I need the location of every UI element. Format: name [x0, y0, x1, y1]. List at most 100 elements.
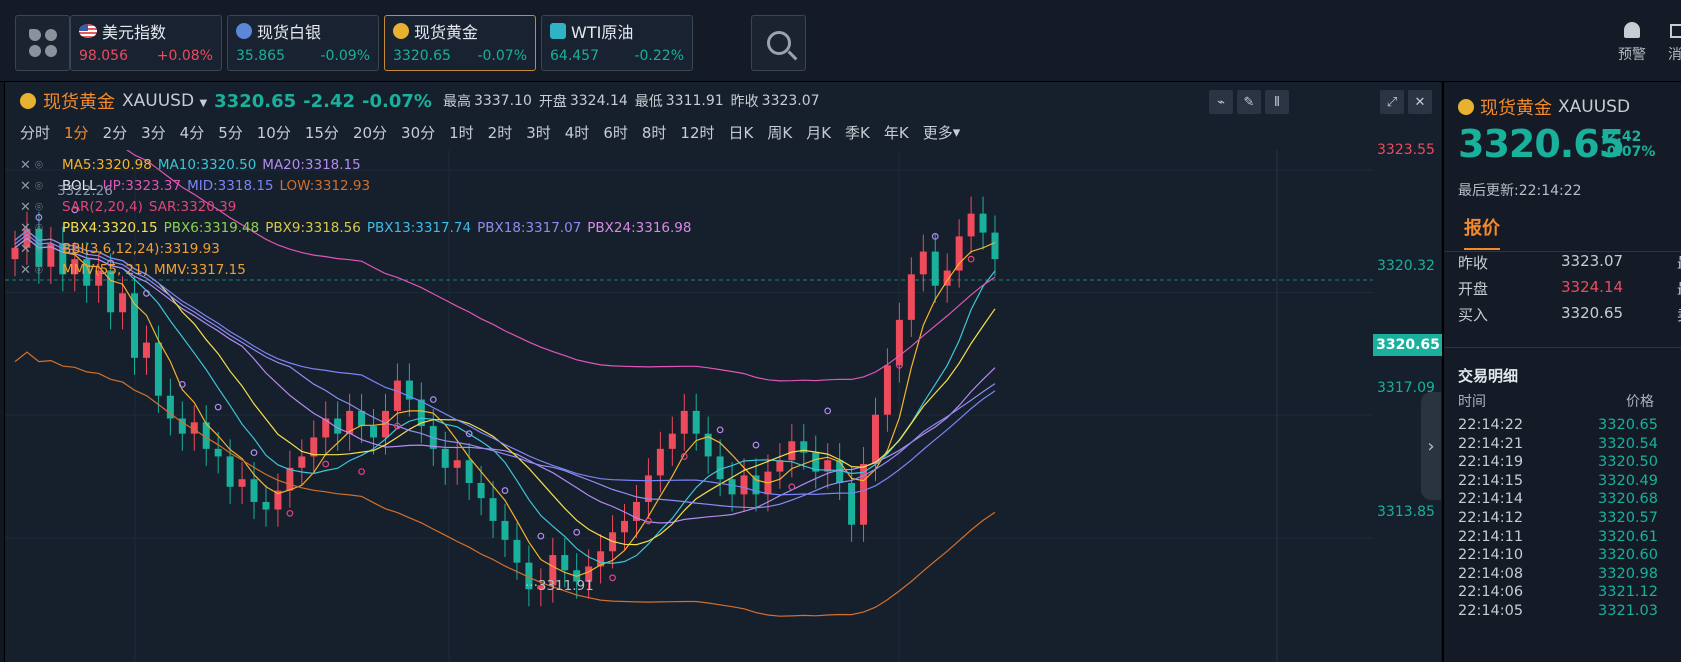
candle-body: [238, 479, 246, 487]
period-tab[interactable]: 1时: [449, 122, 474, 143]
period-tab[interactable]: 12时: [680, 122, 714, 143]
period-tab[interactable]: 更多: [923, 122, 953, 143]
sar-dot: [716, 426, 724, 434]
draw-button[interactable]: ✎: [1237, 90, 1261, 114]
ticker-gold[interactable]: 现货黄金 3320.65 -0.07%: [384, 15, 536, 71]
legend-controls[interactable]: ✕ ⌾: [20, 197, 56, 218]
legend-value: PBX6:3319.48: [163, 220, 260, 236]
period-tab[interactable]: 1分: [64, 122, 89, 143]
period-tab[interactable]: 2分: [103, 122, 128, 143]
low-value: 3311.91: [665, 93, 724, 109]
period-tab[interactable]: 月K: [806, 122, 831, 143]
legend-value: PBX13:3317.74: [366, 220, 472, 236]
min-price-label: ···3311.91: [525, 578, 594, 594]
trade-price: 3320.57: [1598, 509, 1658, 526]
legend-controls[interactable]: ✕ ⌾: [20, 155, 56, 176]
candle-body: [358, 410, 366, 427]
ticker-price: 98.056: [79, 48, 128, 64]
candle-body: [286, 467, 294, 491]
period-tab[interactable]: 年K: [884, 122, 909, 143]
gold-coin-icon: [393, 23, 409, 39]
quote-change: -2.42 -0.07%: [1601, 129, 1656, 160]
trades-time-label: 时间: [1458, 394, 1486, 410]
trade-time: 22:14:10: [1458, 547, 1524, 564]
last-updated: 最后更新:22:14:22: [1458, 183, 1582, 199]
period-tab[interactable]: 4分: [180, 122, 205, 143]
legend-controls[interactable]: ✕ ⌾: [20, 176, 56, 197]
candle-body: [680, 410, 688, 434]
trade-row: 22:14:10 3320.60: [1458, 547, 1658, 566]
period-tab[interactable]: 分时: [20, 122, 50, 143]
sar-dot: [250, 449, 258, 457]
period-tab[interactable]: 3分: [141, 122, 166, 143]
symbol-code: XAUUSD: [1558, 97, 1631, 117]
ticker-silver[interactable]: 现货白银 35.865 -0.09%: [227, 15, 379, 71]
alert-button[interactable]: 预警: [1612, 22, 1652, 64]
period-tab[interactable]: 2时: [488, 122, 513, 143]
symbol-name: 现货黄金: [43, 92, 115, 113]
sar-dot: [609, 574, 616, 582]
ticker-wti-oil[interactable]: WTI原油 64.457 -0.22%: [541, 15, 693, 71]
tab-quote[interactable]: 报价: [1464, 214, 1500, 250]
period-tab[interactable]: 8时: [642, 122, 667, 143]
candle-body: [895, 319, 903, 366]
period-tab[interactable]: 20分: [353, 122, 387, 143]
collapse-panel-button[interactable]: ›: [1421, 392, 1441, 500]
trade-price: 3321.03: [1598, 602, 1658, 619]
candle-body: [883, 365, 891, 415]
period-tab[interactable]: 30分: [401, 122, 435, 143]
trade-price: 3320.65: [1598, 417, 1658, 433]
candle-body: [250, 479, 258, 502]
grid-menu-icon: [28, 29, 57, 57]
legend-controls[interactable]: ✕ ⌾: [20, 239, 56, 260]
candle-body: [919, 251, 927, 275]
open-value: 3324.14: [569, 93, 628, 109]
period-tab[interactable]: 5分: [218, 122, 243, 143]
period-tab[interactable]: 季K: [845, 122, 870, 143]
trade-time: 22:14:08: [1458, 565, 1524, 582]
expand-icon: ⤢: [1386, 94, 1398, 110]
period-tab[interactable]: 10分: [257, 122, 291, 143]
period-tab[interactable]: 4时: [565, 122, 590, 143]
symbol-selector[interactable]: XAUUSD ▼: [122, 91, 207, 111]
candle-body: [119, 293, 127, 313]
ticker-usd-index[interactable]: 美元指数 98.056 +0.08%: [70, 15, 222, 71]
legend-controls[interactable]: ✕ ⌾: [20, 218, 56, 239]
ticker-change: -0.22%: [634, 48, 684, 64]
indicator-button[interactable]: ⌁: [1209, 90, 1233, 114]
legend-value: MID:3318.15: [187, 178, 274, 194]
period-tabs: 分时 1分 2分 3分 4分 5分 10分 15分 20分 30分 1时 2时 3时 4时 6时 8时 12时日…: [20, 119, 960, 145]
app-menu-button[interactable]: [15, 15, 70, 71]
quote-label: 昨收: [1458, 254, 1489, 272]
legend-value: SAR:3320.39: [148, 199, 237, 215]
sar-dot: [429, 396, 437, 403]
period-tab[interactable]: 日K: [729, 122, 754, 143]
candle-type-button[interactable]: ⫴: [1265, 90, 1289, 114]
legend-value: MA5:3320.98: [62, 157, 152, 173]
axis-tick: 3313.85: [1377, 504, 1435, 520]
candle-body: [621, 520, 629, 533]
bell-icon: [1624, 22, 1640, 38]
trade-row: 22:14:19 3320.50: [1458, 454, 1658, 473]
message-button[interactable]: 消: [1668, 22, 1681, 64]
legend-controls[interactable]: ✕ ⌾: [20, 260, 56, 281]
trade-row: 22:14:12 3320.57: [1458, 510, 1658, 529]
sar-dot: [286, 509, 294, 517]
search-button[interactable]: [751, 15, 806, 71]
trade-price: 3320.49: [1598, 472, 1658, 489]
candle-body: [453, 460, 461, 468]
ticker-name: 美元指数: [102, 23, 167, 42]
fullscreen-button[interactable]: ⤢: [1380, 90, 1404, 114]
legend-value: PBX9:3318.56: [265, 220, 361, 236]
legend-boll: ✕ ⌾ BOLL UP:3323.37 MID:3318.15 LOW:3312…: [20, 176, 691, 197]
gold-coin-icon: [20, 93, 36, 109]
candle-body: [226, 456, 234, 487]
period-tab[interactable]: 周K: [767, 122, 792, 143]
ticker-name: WTI原油: [571, 23, 634, 42]
boll-low-line: [14, 351, 996, 617]
period-tab[interactable]: 6时: [603, 122, 628, 143]
period-tab[interactable]: 3时: [526, 122, 551, 143]
candle-body: [441, 448, 449, 468]
close-button[interactable]: ✕: [1408, 90, 1432, 114]
period-tab[interactable]: 15分: [305, 122, 339, 143]
